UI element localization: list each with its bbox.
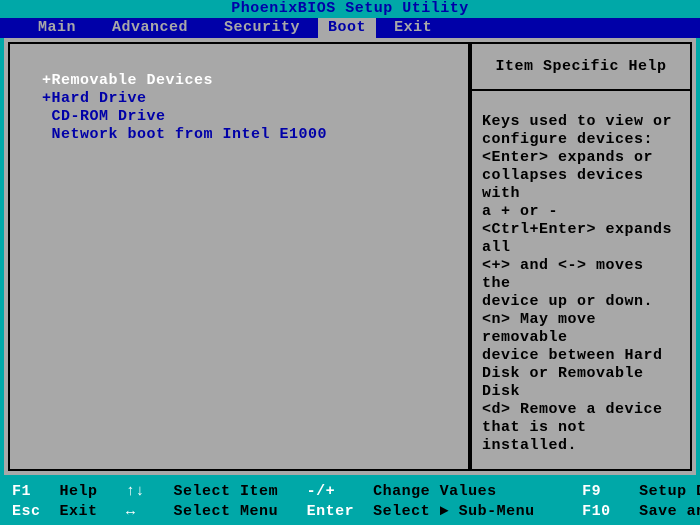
footer-key: ↑↓ [126, 482, 164, 502]
help-panel: Item Specific Help Keys used to view or … [470, 42, 692, 471]
footer-key: F9 [582, 482, 630, 502]
footer-key: F10 [582, 502, 630, 522]
footer-key: ↔ [126, 502, 164, 522]
footer-key: Esc [12, 502, 50, 522]
boot-order-panel: +Removable Devices+Hard Drive CD-ROM Dri… [8, 42, 470, 471]
footer-label: Select ► Sub-Menu [364, 502, 583, 522]
boot-item-1[interactable]: +Hard Drive [42, 90, 448, 108]
footer-label: Select Menu [164, 502, 307, 522]
footer-label: Select Item [164, 482, 307, 502]
boot-item-3[interactable]: Network boot from Intel E1000 [42, 126, 448, 144]
boot-item-2[interactable]: CD-ROM Drive [42, 108, 448, 126]
help-body: Keys used to view or configure devices: … [472, 91, 690, 463]
menu-tab-advanced[interactable]: Advanced [94, 18, 206, 38]
menu-tab-boot[interactable]: Boot [318, 18, 376, 38]
menu-bar: MainAdvancedSecurityBootExit [0, 18, 700, 38]
boot-item-0[interactable]: +Removable Devices [42, 72, 448, 90]
footer-label: Save and Exit [630, 502, 700, 522]
footer-label: Exit [50, 502, 126, 522]
footer-key: F1 [12, 482, 50, 502]
footer-label: Help [50, 482, 126, 502]
main-area: +Removable Devices+Hard Drive CD-ROM Dri… [0, 38, 700, 475]
menu-tab-main[interactable]: Main [20, 18, 94, 38]
title-bar: PhoenixBIOS Setup Utility [0, 0, 700, 18]
footer-row-1: Esc Exit ↔ Select Menu Enter Select ► Su… [12, 502, 692, 522]
footer-label: Change Values [364, 482, 583, 502]
footer-row-0: F1 Help ↑↓ Select Item -/+ Change Values… [12, 482, 692, 502]
footer-keys: F1 Help ↑↓ Select Item -/+ Change Values… [0, 475, 700, 525]
footer-label: Setup Defaults [630, 482, 700, 502]
menu-tab-exit[interactable]: Exit [376, 18, 450, 38]
footer-key: -/+ [307, 482, 364, 502]
help-title: Item Specific Help [472, 44, 690, 91]
footer-key: Enter [307, 502, 364, 522]
menu-tab-security[interactable]: Security [206, 18, 318, 38]
